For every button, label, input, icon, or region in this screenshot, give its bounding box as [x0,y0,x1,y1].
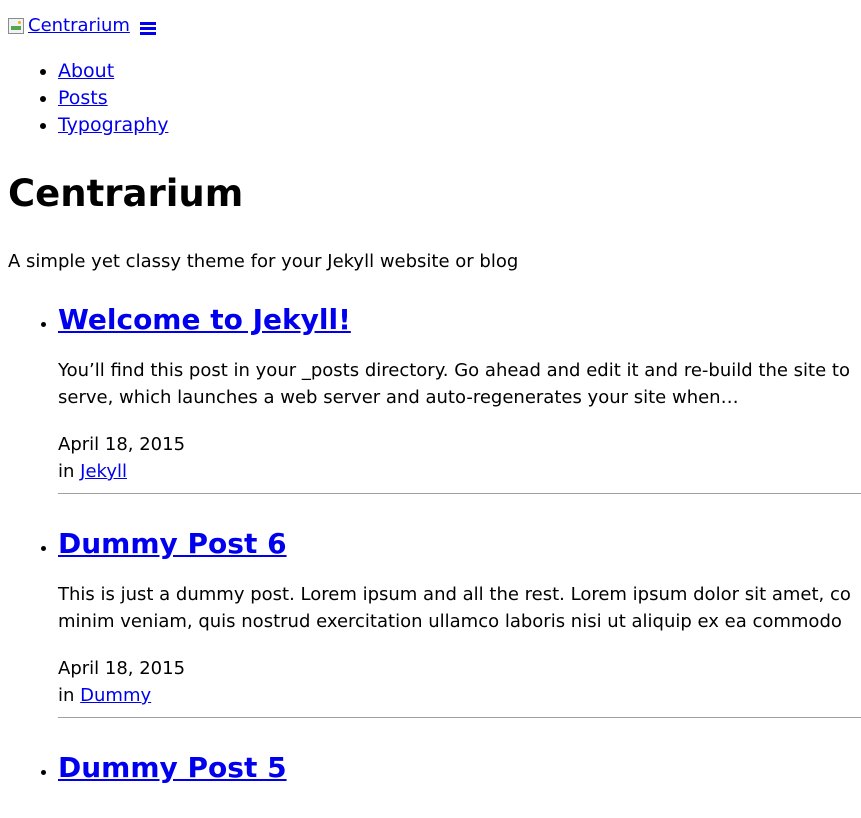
site-title: Centrarium [8,172,244,215]
category-link[interactable]: Dummy [80,685,151,706]
post-list: Welcome to Jekyll! You’ll find this post… [0,300,861,788]
post-excerpt: You’ll find this post in your _posts dir… [58,357,861,411]
post-excerpt-line: You’ll find this post in your _posts dir… [58,360,850,381]
category-prefix: in [58,685,75,706]
post-date: April 18, 2015 [58,658,186,679]
nav-item-about: About [58,58,168,85]
category-link[interactable]: Jekyll [80,461,127,482]
post-title-link[interactable]: Dummy Post 6 [58,527,287,560]
post-meta: April 18, 2015 in Jekyll [58,431,861,485]
post-list-item: Welcome to Jekyll! You’ll find this post… [58,300,861,494]
nav-link-typography[interactable]: Typography [58,114,168,136]
logo-alt-text: Centrarium [28,15,130,36]
category-prefix: in [58,461,75,482]
broken-image-icon [8,17,24,34]
post-list-item: Dummy Post 5 [58,748,861,788]
post-title-link[interactable]: Welcome to Jekyll! [58,303,351,336]
nav-item-posts: Posts [58,85,168,112]
post-excerpt-line: minim veniam, quis nostrud exercitation … [58,611,842,632]
post-divider [58,493,861,494]
post-category: in Dummy [58,682,861,709]
hamburger-menu-icon[interactable] [139,21,156,36]
post-title-link[interactable]: Dummy Post 5 [58,751,287,784]
site-tagline: A simple yet classy theme for your Jekyl… [8,251,519,272]
post-excerpt: This is just a dummy post. Lorem ipsum a… [58,581,861,635]
post-excerpt-line: serve, which launches a web server and a… [58,387,739,408]
post-title: Welcome to Jekyll! [58,300,861,340]
nav-item-typography: Typography [58,112,168,139]
post-category: in Jekyll [58,458,861,485]
post-date: April 18, 2015 [58,434,186,455]
post-divider [58,717,861,718]
post-excerpt-line: This is just a dummy post. Lorem ipsum a… [58,584,851,605]
post-meta: April 18, 2015 in Dummy [58,655,861,709]
main-nav: About Posts Typography [0,58,168,139]
nav-link-about[interactable]: About [58,60,114,82]
post-title: Dummy Post 5 [58,748,861,788]
site-header: Centrarium [8,12,156,38]
nav-link-posts[interactable]: Posts [58,87,108,109]
site-logo-link[interactable]: Centrarium [8,12,130,39]
post-title: Dummy Post 6 [58,524,861,564]
post-list-item: Dummy Post 6 This is just a dummy post. … [58,524,861,718]
